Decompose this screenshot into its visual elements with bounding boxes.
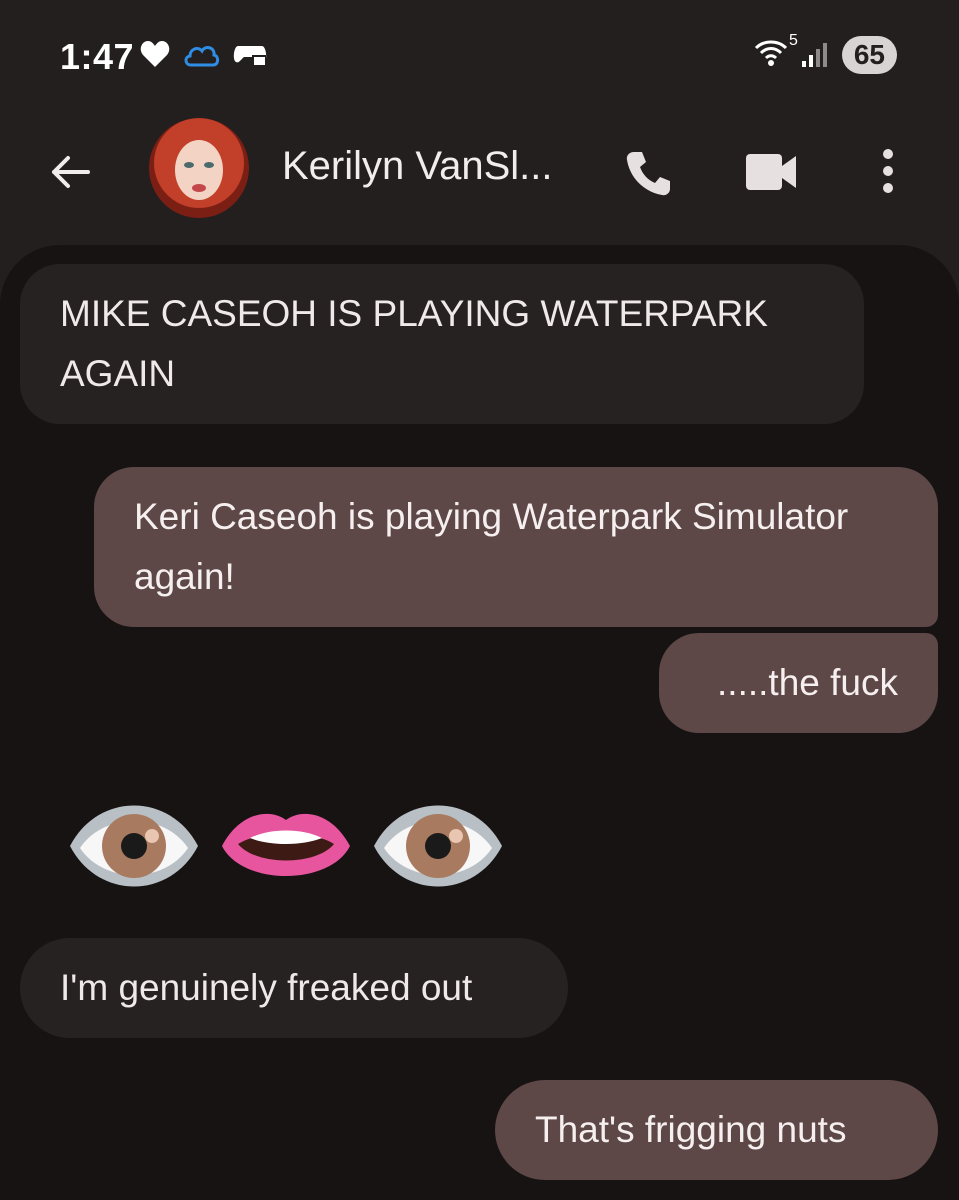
eye-icon [70,805,198,887]
message-incoming[interactable]: I'm genuinely freaked out [20,938,568,1038]
message-text: MIKE CASEOH IS PLAYING WATERPARK AGAIN [60,293,768,394]
phone-icon[interactable] [624,148,674,198]
wifi-icon [754,40,787,66]
clock: 1:47 [60,36,135,77]
avatar-portrait-icon [175,140,223,200]
cloud-icon [184,46,220,67]
wifi-indicator: 5 [754,32,798,73]
game-controller-icon [233,46,267,67]
wifi-label: 5 [788,31,798,49]
heart-icon [140,41,170,67]
contact-avatar[interactable] [149,118,249,218]
back-arrow-icon[interactable] [48,150,92,194]
message-outgoing[interactable]: That's frigging nuts [495,1080,938,1180]
message-incoming-emoji[interactable] [68,798,504,894]
status-icons-left [140,40,268,68]
contact-name[interactable]: Kerilyn VanSl... [282,144,553,189]
signal-icon [801,43,827,67]
battery-indicator: 65 [841,36,897,74]
message-incoming[interactable]: MIKE CASEOH IS PLAYING WATERPARK AGAIN [20,264,864,424]
mouth-icon [222,813,350,876]
message-text: Keri Caseoh is playing Waterpark Simulat… [134,496,849,597]
message-text: That's frigging nuts [535,1109,847,1150]
message-outgoing[interactable]: Keri Caseoh is playing Waterpark Simulat… [94,467,938,627]
status-icons-right: 5 65 [754,32,897,74]
message-outgoing[interactable]: .....the fuck [659,633,938,733]
status-bar: 1:47 5 65 [0,0,959,110]
more-vert-icon[interactable] [878,148,898,194]
eye-icon [374,805,502,887]
message-text: .....the fuck [717,662,898,703]
conversation-header: Kerilyn VanSl... [0,110,959,250]
video-call-icon[interactable] [744,152,798,192]
message-text: I'm genuinely freaked out [60,967,473,1008]
